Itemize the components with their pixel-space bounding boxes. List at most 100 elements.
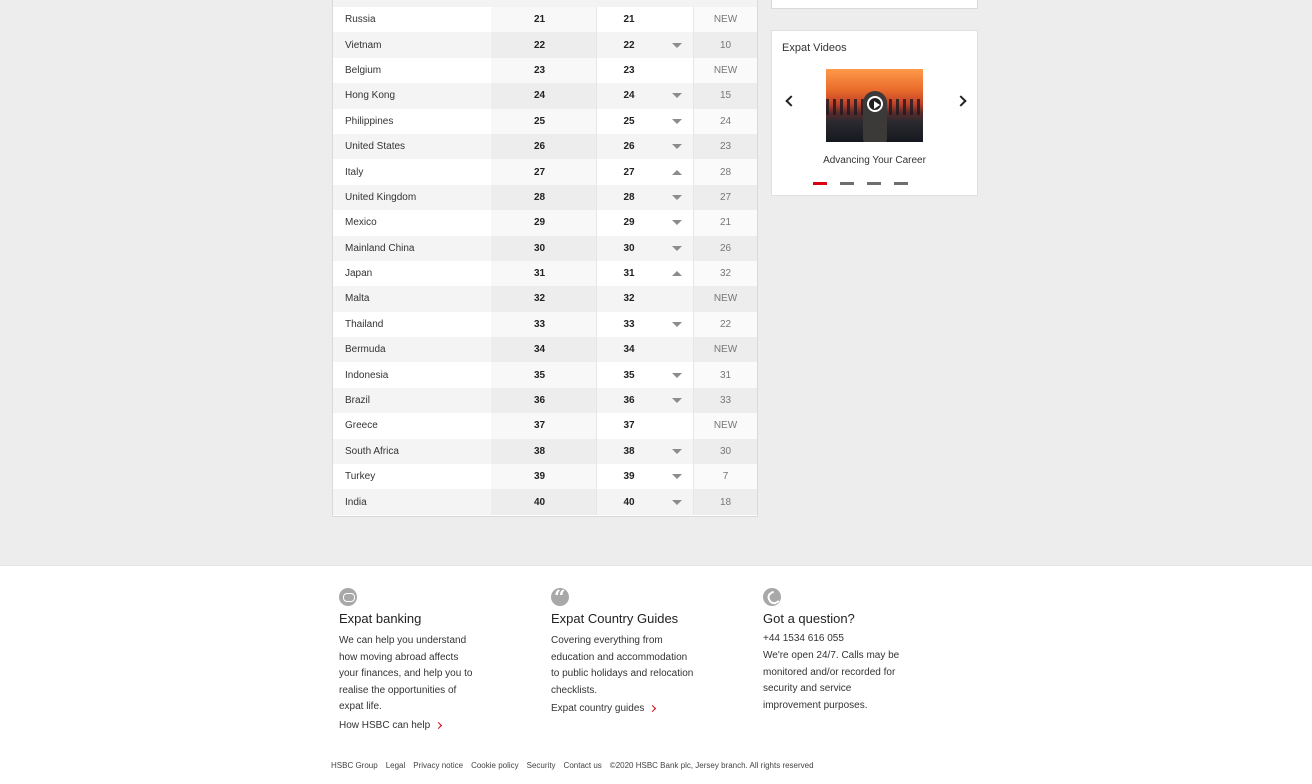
rank-value: 24 xyxy=(491,83,597,109)
rank-value: 32 xyxy=(491,286,597,312)
trend-cell xyxy=(661,261,693,286)
rank-value-current: 24 xyxy=(623,90,635,102)
arrow-up-icon xyxy=(672,271,682,277)
legal-link[interactable]: Legal xyxy=(386,761,406,770)
rank-value: 33 xyxy=(491,311,597,338)
trend-cell xyxy=(661,362,693,387)
legal-link[interactable]: HSBC Group xyxy=(331,761,378,770)
country-name: India xyxy=(345,496,367,508)
table-row: United Kingdom 28 28 27 xyxy=(333,184,757,211)
rank-value: 28 xyxy=(491,184,597,211)
country-name: United Kingdom xyxy=(345,191,417,203)
legal-link[interactable]: Cookie policy xyxy=(471,761,519,770)
trend-cell xyxy=(661,312,693,337)
previous-rank: NEW xyxy=(693,57,757,84)
rank-value-current: 23 xyxy=(623,64,635,76)
arrow-down-icon xyxy=(672,499,682,505)
arrow-down-icon xyxy=(672,474,682,480)
previous-rank: 28 xyxy=(693,159,757,185)
table-row: Malta 32 32 NEW xyxy=(333,286,757,312)
country-name: South Africa xyxy=(345,445,399,457)
legal-link[interactable]: Security xyxy=(527,761,556,770)
country-name: Italy xyxy=(345,166,364,178)
previous-rank: 24 xyxy=(693,108,757,134)
play-icon[interactable] xyxy=(867,96,883,112)
table-row: Philippines 25 25 24 xyxy=(333,108,757,134)
country-name: Hong Kong xyxy=(345,90,396,102)
video-thumbnail[interactable] xyxy=(826,69,923,142)
trend-cell xyxy=(661,439,693,464)
legal-link[interactable]: Contact us xyxy=(564,761,602,770)
how-hsbc-can-help-link[interactable]: How HSBC can help xyxy=(339,720,489,731)
chevron-right-icon[interactable] xyxy=(955,95,967,107)
footer: Expat banking We can help you understand… xyxy=(0,565,1312,784)
previous-rank: 10 xyxy=(693,32,757,58)
country-name: Philippines xyxy=(345,115,394,127)
arrow-down-icon xyxy=(672,321,682,327)
video-caption[interactable]: Advancing Your Career xyxy=(772,155,977,166)
previous-rank: NEW xyxy=(693,413,757,439)
carousel-dot[interactable] xyxy=(840,182,854,185)
table-row: United States 26 26 23 xyxy=(333,133,757,160)
country-name: Russia xyxy=(345,14,376,26)
rank-value: 40 xyxy=(491,489,597,515)
rank-value-current: 40 xyxy=(623,496,635,508)
country-name: Vietnam xyxy=(345,39,382,51)
rank-value-current: 28 xyxy=(623,191,635,203)
expat-videos-panel: Expat Videos Advancing Your Career xyxy=(771,30,978,196)
rank-value-current: 38 xyxy=(623,445,635,457)
table-row: India 40 40 18 xyxy=(333,489,757,515)
legal-link[interactable]: Privacy notice xyxy=(413,761,463,770)
rank-value-current: 22 xyxy=(623,39,635,51)
carousel-dot[interactable] xyxy=(813,182,827,185)
rank-value-current: 39 xyxy=(623,471,635,483)
ranking-table: Russia 21 21 NEW Vietnam 22 22 10 Belgium 23 23 NEW… xyxy=(332,0,758,517)
table-row: Mexico 29 29 21 xyxy=(333,210,757,236)
rank-value: 34 xyxy=(491,337,597,363)
rank-value: 22 xyxy=(491,32,597,58)
rank-value: 37 xyxy=(491,413,597,439)
country-name: Bermuda xyxy=(345,344,386,356)
rank-value: 29 xyxy=(491,210,597,236)
trend-cell xyxy=(661,32,693,57)
carousel-dot[interactable] xyxy=(894,182,908,185)
footer-title: Got a question? xyxy=(763,611,855,626)
expat-country-guides-link[interactable]: Expat country guides xyxy=(551,703,701,714)
table-row: Hong Kong 24 24 15 xyxy=(333,83,757,109)
chevron-left-icon[interactable] xyxy=(785,95,797,107)
chevron-right-icon xyxy=(435,721,443,729)
rank-value: 31 xyxy=(491,260,597,287)
table-row: Belgium 23 23 NEW xyxy=(333,57,757,84)
trend-cell xyxy=(661,159,693,184)
quote-icon xyxy=(551,585,569,609)
trend-cell xyxy=(661,337,693,362)
rank-value-current: 26 xyxy=(623,141,635,153)
phone-number[interactable]: +44 1534 616 055 xyxy=(763,633,913,644)
trend-cell xyxy=(661,7,693,32)
rank-value-current: 35 xyxy=(623,369,635,381)
arrow-down-icon xyxy=(672,245,682,251)
table-row: Brazil 36 36 33 xyxy=(333,387,757,414)
trend-cell xyxy=(661,185,693,210)
table-row: South Africa 38 38 30 xyxy=(333,438,757,465)
table-row: Bermuda 34 34 NEW xyxy=(333,337,757,363)
rank-value: 23 xyxy=(491,57,597,84)
copyright-text: ©2020 HSBC Bank plc, Jersey branch. All … xyxy=(609,761,814,770)
country-name: Japan xyxy=(345,268,373,280)
arrow-up-icon xyxy=(672,169,682,175)
previous-rank: 31 xyxy=(693,362,757,388)
arrow-down-icon xyxy=(672,42,682,48)
trend-cell xyxy=(661,210,693,235)
rank-value-current: 33 xyxy=(623,318,635,330)
footer-text: Covering everything from education and a… xyxy=(551,635,694,696)
carousel-dots xyxy=(813,182,908,185)
carousel-dot[interactable] xyxy=(867,182,881,185)
rank-value: 21 xyxy=(491,7,597,33)
rank-value-current: 21 xyxy=(623,14,635,26)
rank-value-current: 31 xyxy=(623,268,635,280)
previous-rank: 32 xyxy=(693,260,757,287)
previous-rank: NEW xyxy=(693,286,757,312)
rank-value-current: 37 xyxy=(623,420,635,432)
country-name: Turkey xyxy=(345,471,376,483)
country-name: Malta xyxy=(345,293,370,305)
